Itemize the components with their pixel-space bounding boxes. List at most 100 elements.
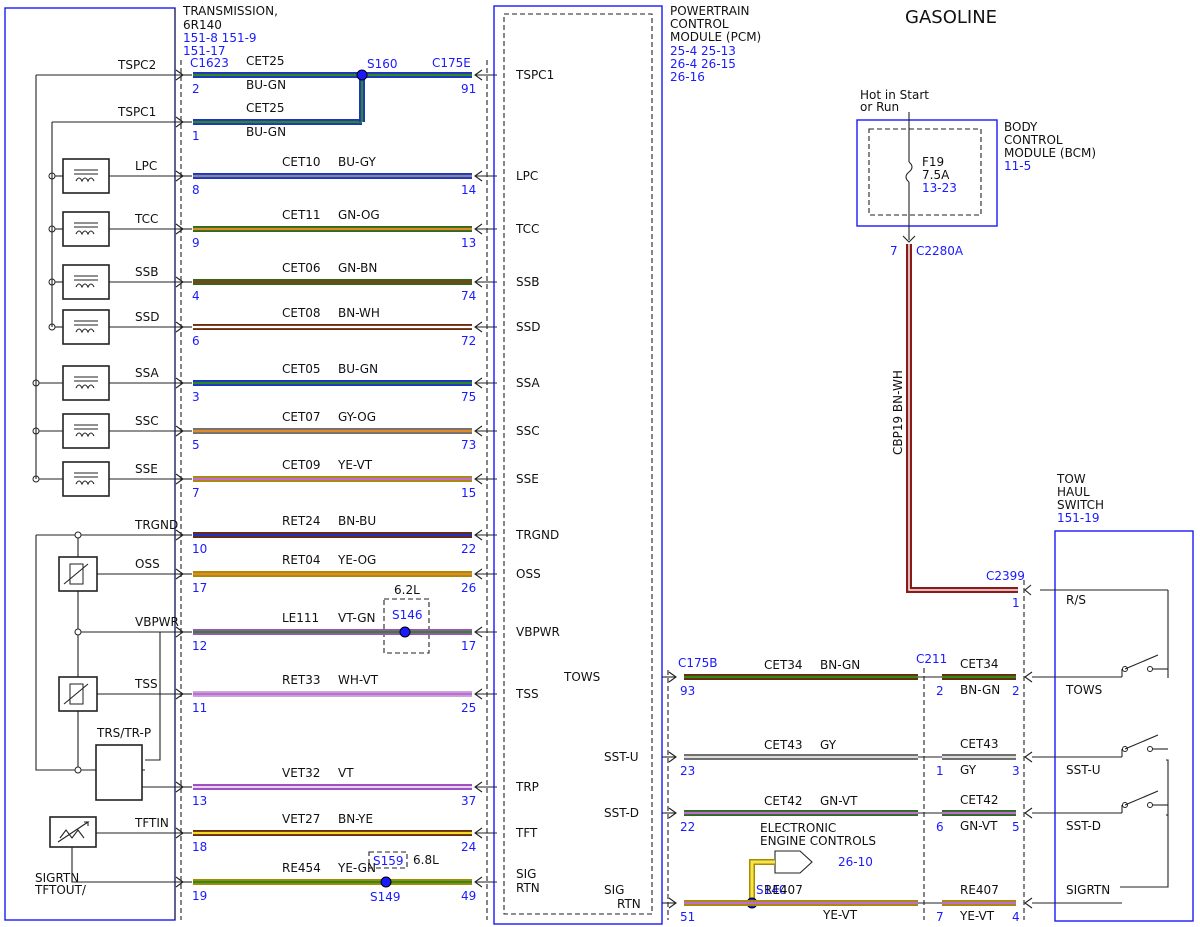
circuit-15-pcm-label-2: RTN bbox=[516, 881, 540, 895]
splice-s160-label: S160 bbox=[367, 57, 398, 71]
circuit-7-circuit-id: CET07 bbox=[282, 410, 321, 424]
right-circuit-2-circuit-id-2: CET42 bbox=[960, 793, 999, 807]
circuit-7-trans-pin: 5 bbox=[192, 438, 200, 452]
transmission-title-1: TRANSMISSION, bbox=[182, 4, 278, 18]
circuit-13-trans-pin: 13 bbox=[192, 794, 207, 808]
circuit-7-pcm-label: SSC bbox=[516, 424, 540, 438]
right-circuit-1-contact-b bbox=[1147, 746, 1153, 752]
circuit-15-pcm-pin: 49 bbox=[461, 889, 476, 903]
pcm-ref-2[interactable]: 26-4 26-15 bbox=[670, 57, 736, 71]
circuit-13-trans-label: TRS/TR-P bbox=[96, 726, 151, 740]
circuit-14-circuit-id: VET27 bbox=[282, 812, 320, 826]
circuit-6-pcm-pin: 75 bbox=[461, 390, 476, 404]
eec-ref[interactable]: 26-10 bbox=[838, 855, 873, 869]
circuit-3-pcm-pin: 13 bbox=[461, 236, 476, 250]
fuse-name: F19 bbox=[922, 155, 944, 169]
right-circuit-2-switch-arrow-icon bbox=[1024, 807, 1033, 819]
splice-s149-label: S149 bbox=[370, 890, 401, 904]
solenoid-icon-2 bbox=[62, 158, 110, 194]
solenoid-icon-8 bbox=[62, 461, 110, 497]
circuit-14-trans-label: TFTIN bbox=[134, 816, 169, 830]
right-circuit-3-pcm-label-2: RTN bbox=[617, 897, 641, 911]
circuit-12-pcm-pin: 25 bbox=[461, 701, 476, 715]
right-circuit-1-switch-pin: 3 bbox=[1012, 764, 1020, 778]
circuit-1-wire-color: BU-GN bbox=[246, 125, 286, 139]
eec-connector-icon bbox=[774, 850, 813, 874]
right-circuit-1-switch-arrow-icon bbox=[1024, 751, 1033, 763]
right-circuit-1-pcm-pin: 23 bbox=[680, 764, 695, 778]
circuit-10-pcm-pin: 26 bbox=[461, 581, 476, 595]
transmission-internals bbox=[32, 74, 183, 883]
right-circuit-0-c211-pin: 2 bbox=[936, 684, 944, 698]
right-circuit-1-circuit-id-2: CET43 bbox=[960, 737, 999, 751]
solenoid-icon-3 bbox=[62, 211, 110, 247]
circuit-11-pcm-label: VBPWR bbox=[516, 625, 560, 639]
circuit-2-wire-color: BU-GY bbox=[338, 155, 376, 169]
circuit-13-pcm-label: TRP bbox=[515, 780, 539, 794]
oss-sensor-icon bbox=[58, 556, 98, 592]
circuit-8-pcm-label: SSE bbox=[516, 472, 539, 486]
right-wire-group: TOWS93CET34 BN-GN CET34BN-GN2 2 TOWSSST-U23C… bbox=[563, 654, 1168, 924]
solenoid-icon-5 bbox=[62, 309, 110, 345]
fuse-ref[interactable]: 13-23 bbox=[922, 181, 957, 195]
bcm-connector: C2280A bbox=[916, 244, 964, 258]
right-circuit-0-switch-arrow-icon bbox=[1024, 671, 1033, 683]
splice-s159-note: 6.8L bbox=[413, 853, 439, 867]
transmission-title-2: 6R140 bbox=[183, 18, 222, 32]
circuit-7-wire-color: GY-OG bbox=[338, 410, 376, 424]
circuit-4-pcm-pin: 74 bbox=[461, 289, 476, 303]
bcm-wire-label: CBP19 BN-WH bbox=[891, 370, 905, 455]
circuit-14-trans-pin: 18 bbox=[192, 840, 207, 854]
circuit-9-pcm-label: TRGND bbox=[515, 528, 559, 542]
circuit-11-trans-pin: 12 bbox=[192, 639, 207, 653]
circuit-8-pcm-pin: 15 bbox=[461, 486, 476, 500]
circuit-0-pcm-label: TSPC1 bbox=[515, 68, 554, 82]
pcm-title-2: CONTROL bbox=[670, 17, 729, 31]
circuit-15-wire-color: YE-GN bbox=[337, 861, 376, 875]
transmission-ref-1[interactable]: 151-8 151-9 bbox=[183, 31, 257, 45]
circuit-13-circuit-id: VET32 bbox=[282, 766, 320, 780]
right-circuit-1-circuit-id: CET43 bbox=[764, 738, 803, 752]
splice-s146-dot bbox=[399, 626, 411, 638]
pcm-ref-3[interactable]: 26-16 bbox=[670, 70, 705, 84]
right-circuit-0-pcm-label: TOWS bbox=[563, 670, 600, 684]
bcm-title-3: MODULE (BCM) bbox=[1004, 146, 1096, 160]
solenoid-icon-6 bbox=[62, 365, 110, 401]
right-circuit-3-switch-arrow-icon bbox=[1024, 897, 1033, 909]
splice-s159-label: S159 bbox=[373, 854, 404, 868]
circuit-3-pcm-label: TCC bbox=[515, 222, 539, 236]
circuit-15-trans-label: TFTOUT/ bbox=[34, 883, 87, 897]
circuit-11-pcm-pin: 17 bbox=[461, 639, 476, 653]
circuit-12-trans-label: TSS bbox=[134, 677, 158, 691]
circuit-2-trans-label: LPC bbox=[135, 159, 157, 173]
circuit-5-wire-color: BN-WH bbox=[338, 306, 380, 320]
right-circuit-3-switch-pin: 4 bbox=[1012, 910, 1020, 924]
right-circuit-3-switch-label: SIGRTN bbox=[1066, 883, 1110, 897]
circuit-2-pcm-pin: 14 bbox=[461, 183, 476, 197]
circuit-12-trans-pin: 11 bbox=[192, 701, 207, 715]
circuit-14-wire-color: BN-YE bbox=[338, 812, 373, 826]
pcm-title-3: MODULE (PCM) bbox=[670, 30, 761, 44]
tft-return-lead bbox=[71, 847, 183, 883]
splice-s160-dot bbox=[356, 69, 368, 81]
tow-ref[interactable]: 151-19 bbox=[1057, 511, 1100, 525]
pcm-connector-b: C175B bbox=[678, 656, 718, 670]
circuit-9-circuit-id: RET24 bbox=[282, 514, 321, 528]
circuit-6-pcm-label: SSA bbox=[516, 376, 540, 390]
circuit-4-wire-color: GN-BN bbox=[338, 261, 377, 275]
circuit-5-circuit-id: CET08 bbox=[282, 306, 321, 320]
circuit-5-trans-label: SSD bbox=[135, 310, 159, 324]
circuit-10-trans-pin: 17 bbox=[192, 581, 207, 595]
circuit-10-circuit-id: RET04 bbox=[282, 553, 321, 567]
right-circuit-2-pcm-pin: 22 bbox=[680, 820, 695, 834]
right-circuit-3-circuit-id-2: RE407 bbox=[960, 883, 999, 897]
right-circuit-0-wire-color: BN-GN bbox=[820, 658, 860, 672]
pcm-ref-1[interactable]: 25-4 25-13 bbox=[670, 44, 736, 58]
circuit-0-wire-color: BU-GN bbox=[246, 78, 286, 92]
circuit-15-trans-label-2: SIGRTN bbox=[35, 871, 79, 885]
tow-connector: C2399 bbox=[986, 569, 1025, 583]
bcm-ref[interactable]: 11-5 bbox=[1004, 159, 1031, 173]
pcm-inner-dashed bbox=[503, 13, 653, 915]
bcm-pin: 7 bbox=[890, 244, 898, 258]
right-circuit-3-wire-color-2: YE-VT bbox=[959, 909, 995, 923]
